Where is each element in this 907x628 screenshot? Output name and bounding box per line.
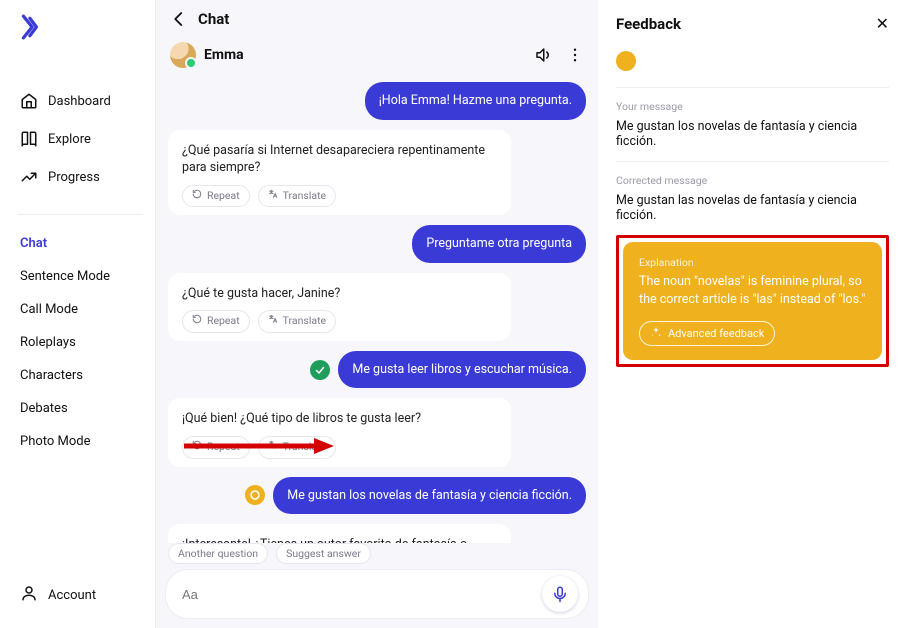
explanation-label: Explanation [639,256,866,269]
message-ai: ¡Qué bien! ¿Qué tipo de libros te gusta … [168,398,586,466]
status-ok-icon[interactable] [310,360,330,380]
bubble-text: ¡Qué bien! ¿Qué tipo de libros te gusta … [182,410,497,428]
corrected-label: Corrected message [616,174,889,187]
message-user: Preguntame otra pregunta [168,225,586,263]
status-warn-icon[interactable] [245,485,265,505]
nav-explore[interactable]: Explore [18,122,143,156]
explanation-card: Explanation The noun "novelas" is femini… [623,242,882,360]
messages: ¡Hola Emma! Hazme una pregunta. ¿Qué pas… [156,82,598,543]
trend-icon [20,168,38,186]
app-logo [18,14,143,44]
book-icon [20,130,38,148]
message-user: ¡Hola Emma! Hazme una pregunta. [168,82,586,120]
bubble-text: ¿Qué te gusta hacer, Janine? [182,285,497,303]
chat-persona: Emma [156,36,598,82]
nav-debates[interactable]: Debates [18,394,143,423]
nav-label: Dashboard [48,94,111,109]
divider [616,87,889,88]
suggestions: Another question Suggest answer [156,543,598,570]
message-user: Me gustan los novelas de fantasía y cien… [168,477,586,515]
bubble-ai[interactable]: ¿Qué te gusta hacer, Janine? Repeat Tran… [168,273,511,341]
your-message-text: Me gustan los novelas de fantasía y cien… [616,119,889,149]
nav-label: Chat [20,236,47,251]
nav-label: Roleplays [20,335,76,350]
mic-button[interactable] [542,576,578,612]
repeat-icon [192,440,202,455]
bubble-ai[interactable]: ¡Interesante! ¿Tienes un autor favorito … [168,524,511,543]
message-ai: ¿Qué te gusta hacer, Janine? Repeat Tran… [168,273,586,341]
back-button[interactable] [170,10,188,28]
nav-roleplays[interactable]: Roleplays [18,328,143,357]
nav-label: Debates [20,401,68,416]
nav-progress[interactable]: Progress [18,160,143,194]
translate-button[interactable]: Translate [258,310,336,333]
feedback-title: Feedback [616,15,681,33]
repeat-button[interactable]: Repeat [182,310,250,333]
message-ai: ¿Qué pasaría si Internet desapareciera r… [168,130,586,216]
chat-title: Chat [198,10,229,28]
message-ai: ¡Interesante! ¿Tienes un autor favorito … [168,524,586,543]
repeat-icon [192,189,202,204]
your-message-label: Your message [616,100,889,113]
sparkle-icon [650,326,662,341]
translate-icon [268,189,278,204]
nav-sentence-mode[interactable]: Sentence Mode [18,262,143,291]
message-input[interactable] [176,579,534,610]
translate-button[interactable]: Translate [258,185,336,208]
nav-chat[interactable]: Chat [18,229,143,258]
chat-header: Chat [156,0,598,36]
advanced-feedback-button[interactable]: Advanced feedback [639,321,775,346]
bubble-text: ¡Interesante! ¿Tienes un autor favorito … [182,536,497,543]
nav-secondary: Chat Sentence Mode Call Mode Roleplays C… [18,229,143,456]
nav-label: Call Mode [20,302,78,317]
translate-icon [268,314,278,329]
nav-characters[interactable]: Characters [18,361,143,390]
home-icon [20,92,38,110]
message-user: Me gusta leer libros y escuchar música. [168,351,586,389]
person-icon [20,584,38,606]
composer [166,570,588,618]
more-menu-button[interactable] [566,46,584,64]
nav-label: Account [48,588,96,603]
bubble-user[interactable]: ¡Hola Emma! Hazme una pregunta. [365,82,586,120]
close-button[interactable]: ✕ [876,14,889,33]
bubble-text: ¿Qué pasaría si Internet desapareciera r… [182,142,497,177]
avatar [170,42,196,68]
bubble-user[interactable]: Preguntame otra pregunta [412,225,586,263]
your-message-block: Your message Me gustan los novelas de fa… [616,100,889,149]
nav-label: Characters [20,368,83,383]
nav-account[interactable]: Account [18,576,143,614]
audio-button[interactable] [534,46,552,64]
repeat-icon [192,314,202,329]
nav-dashboard[interactable]: Dashboard [18,84,143,118]
nav-label: Progress [48,170,100,185]
bubble-user[interactable]: Me gustan los novelas de fantasía y cien… [273,477,586,515]
nav-label: Photo Mode [20,434,91,449]
repeat-button[interactable]: Repeat [182,436,250,459]
feedback-status-icon [616,51,636,71]
nav-photo-mode[interactable]: Photo Mode [18,427,143,456]
translate-button[interactable]: Translate [258,436,336,459]
bubble-ai[interactable]: ¿Qué pasaría si Internet desapareciera r… [168,130,511,216]
nav-call-mode[interactable]: Call Mode [18,295,143,324]
annotation-highlight: Explanation The noun "novelas" is femini… [616,235,889,367]
nav-label: Explore [48,132,91,147]
another-question-button[interactable]: Another question [168,543,268,564]
bubble-user[interactable]: Me gusta leer libros y escuchar música. [338,351,586,389]
bubble-ai[interactable]: ¡Qué bien! ¿Qué tipo de libros te gusta … [168,398,511,466]
translate-icon [268,440,278,455]
repeat-button[interactable]: Repeat [182,185,250,208]
nav-label: Sentence Mode [20,269,110,284]
chat-panel: Chat Emma ¡Hola Emma! Hazme una pregunta… [156,0,598,628]
divider [616,161,889,162]
corrected-message-block: Corrected message Me gustan las novelas … [616,174,889,223]
corrected-text: Me gustan las novelas de fantasía y cien… [616,193,889,223]
feedback-panel: Feedback ✕ Your message Me gustan los no… [598,0,907,628]
suggest-answer-button[interactable]: Suggest answer [276,543,371,564]
nav-primary: Dashboard Explore Progress [18,84,143,194]
persona-name: Emma [204,47,244,63]
sidebar: Dashboard Explore Progress Chat Sentence… [0,0,156,628]
nav-divider [18,214,143,215]
explanation-text: The noun "novelas" is feminine plural, s… [639,273,866,309]
